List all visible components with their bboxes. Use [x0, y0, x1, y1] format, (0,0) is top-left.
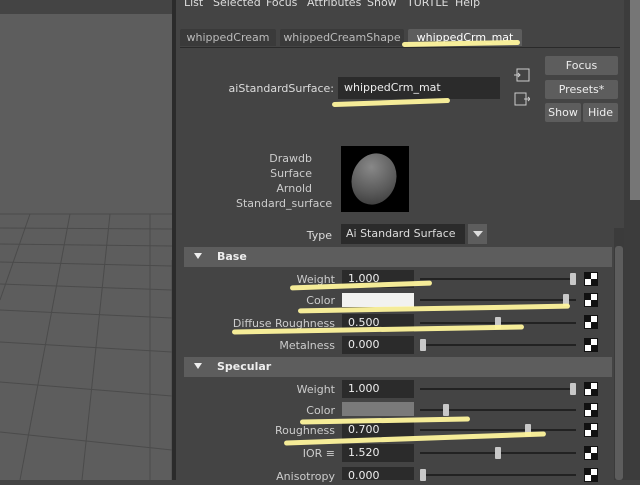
slider-handle[interactable] [420, 339, 426, 351]
anisotropy-slider[interactable] [420, 474, 576, 476]
classification-item: Drawdb [269, 152, 312, 165]
swatch-sphere [344, 147, 404, 211]
menu-help[interactable]: Help [455, 0, 480, 9]
material-name-field[interactable]: whippedCrm_mat [338, 77, 500, 99]
section-base-header[interactable]: Base [184, 247, 612, 267]
specular-weight-label: Weight [296, 383, 335, 396]
slider-handle[interactable] [442, 404, 449, 416]
collapse-arrow-icon [194, 363, 202, 369]
map-button-icon[interactable] [584, 315, 598, 329]
viewport-grid [0, 213, 172, 480]
highlight-stroke [297, 303, 571, 314]
anisotropy-label: Anisotropy [276, 470, 335, 483]
right-panel-edge-light [630, 0, 640, 200]
ior-field[interactable]: 1.520 [342, 444, 414, 462]
base-color-swatch[interactable] [342, 293, 414, 307]
classification-item: Arnold [276, 182, 312, 195]
input-connection-icon[interactable] [514, 68, 530, 82]
slider-handle[interactable] [420, 469, 426, 481]
section-title: Base [217, 250, 247, 263]
highlight-stroke [331, 97, 451, 108]
map-button-icon[interactable] [584, 272, 598, 286]
type-label: Type [306, 229, 332, 242]
collapse-arrow-icon [194, 253, 202, 259]
slider-handle[interactable] [570, 383, 576, 395]
slider-handle[interactable] [570, 273, 576, 285]
map-button-icon[interactable] [584, 293, 598, 307]
base-color-slider[interactable] [420, 299, 576, 301]
specular-color-swatch[interactable] [342, 402, 414, 416]
base-weight-slider[interactable] [420, 278, 576, 280]
classification-item: Surface [270, 167, 312, 180]
attribute-editor: List Selected Focus Attributes Show TURT… [176, 0, 624, 483]
tab-whippedcreamshape[interactable]: whippedCreamShape [280, 29, 404, 46]
menu-attributes[interactable]: Attributes [307, 0, 361, 9]
anisotropy-field[interactable]: 0.000 [342, 467, 414, 482]
tab-whippedcream[interactable]: whippedCream [180, 29, 276, 46]
map-button-icon[interactable] [584, 446, 598, 460]
metalness-label: Metalness [279, 339, 335, 352]
map-button-icon[interactable] [584, 338, 598, 352]
classification-item: Standard_surface [236, 197, 333, 210]
focus-button[interactable]: Focus [545, 56, 618, 75]
specular-roughness-slider[interactable] [420, 429, 576, 431]
metalness-field[interactable]: 0.000 [342, 336, 414, 354]
section-title: Specular [217, 360, 272, 373]
slider-handle[interactable] [495, 447, 501, 459]
section-specular-header[interactable]: Specular [184, 357, 612, 377]
hide-button[interactable]: Hide [583, 103, 618, 122]
output-connection-icon[interactable] [514, 92, 530, 106]
map-button-icon[interactable] [584, 423, 598, 437]
specular-weight-field[interactable]: 1.000 [342, 380, 414, 398]
presets-button[interactable]: Presets* [545, 80, 618, 99]
menu-show[interactable]: Show [367, 0, 397, 9]
base-color-label: Color [306, 294, 335, 307]
show-button[interactable]: Show [545, 103, 581, 122]
viewport-3d[interactable] [0, 0, 172, 480]
specular-roughness-label: Roughness [274, 424, 335, 437]
chevron-down-icon[interactable] [468, 224, 487, 244]
type-dropdown[interactable]: Ai Standard Surface [341, 224, 465, 244]
menu-focus[interactable]: Focus [266, 0, 297, 9]
material-type-label: aiStandardSurface: [228, 82, 334, 95]
map-button-icon[interactable] [584, 403, 598, 417]
specular-weight-slider[interactable] [420, 388, 576, 390]
menu-selected[interactable]: Selected [213, 0, 261, 9]
scrollbar-thumb[interactable] [615, 246, 623, 480]
map-button-icon[interactable] [584, 382, 598, 396]
metalness-slider[interactable] [420, 344, 576, 346]
specular-color-label: Color [306, 404, 335, 417]
menu-list[interactable]: List [184, 0, 203, 9]
ior-label: IOR ≡ [302, 447, 335, 460]
menu-turtle[interactable]: TURTLE [407, 0, 448, 9]
node-tabs: whippedCream whippedCreamShape whippedCr… [180, 29, 620, 48]
menubar: List Selected Focus Attributes Show TURT… [176, 0, 624, 14]
material-classification: Drawdb Surface Arnold Standard_surface [236, 151, 333, 211]
material-swatch[interactable] [341, 146, 409, 212]
